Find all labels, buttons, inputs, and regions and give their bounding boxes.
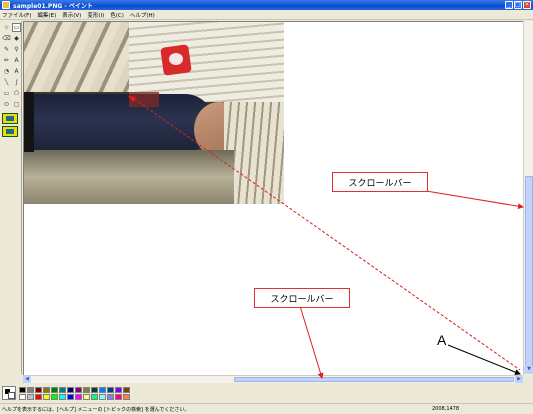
- scrollbar-corner: [523, 375, 533, 383]
- menu-edit[interactable]: 編集(E): [37, 11, 56, 19]
- scroll-right-arrow-icon[interactable]: ▶: [515, 376, 523, 383]
- color-swatch[interactable]: [91, 386, 98, 393]
- menu-file[interactable]: ファイル(F): [2, 11, 31, 19]
- airbrush-icon[interactable]: ◔: [2, 67, 11, 76]
- color-swatch[interactable]: [27, 393, 34, 400]
- color-swatch[interactable]: [99, 393, 106, 400]
- color-swatch[interactable]: [75, 393, 82, 400]
- color-swatch[interactable]: [123, 386, 130, 393]
- pencil-icon[interactable]: ✏: [2, 56, 11, 65]
- color-swatch[interactable]: [43, 393, 50, 400]
- rounded-rect-icon[interactable]: ▢: [12, 100, 21, 109]
- window-title: sample01.PNG - ペイント: [13, 2, 93, 10]
- rectangle-icon[interactable]: ▭: [2, 89, 11, 98]
- polygon-icon[interactable]: ⬠: [12, 89, 21, 98]
- color-swatch[interactable]: [59, 393, 66, 400]
- vertical-scrollbar[interactable]: ▼: [523, 21, 533, 375]
- horizontal-scrollbar[interactable]: ◀ ▶: [23, 375, 523, 383]
- status-coordinates: 2008,1478: [432, 406, 460, 412]
- brush-icon[interactable]: A: [12, 56, 21, 65]
- drawing-canvas[interactable]: [23, 21, 523, 375]
- menu-bar: ファイル(F) 編集(E) 表示(V) 変形(I) 色(C) ヘルプ(H): [0, 10, 533, 20]
- color-swatch[interactable]: [91, 393, 98, 400]
- color-swatch[interactable]: [19, 393, 26, 400]
- window-controls: _ □ ×: [505, 1, 531, 9]
- color-swatch[interactable]: [59, 386, 66, 393]
- text-icon[interactable]: A: [12, 67, 21, 76]
- color-picker-icon[interactable]: ✎: [2, 45, 11, 54]
- horizontal-scroll-thumb[interactable]: [234, 377, 514, 382]
- minimize-button[interactable]: _: [505, 1, 513, 9]
- corner-marker-label: A: [437, 332, 447, 348]
- free-select-icon[interactable]: ☆: [2, 23, 11, 32]
- scroll-left-arrow-icon[interactable]: ◀: [23, 376, 31, 383]
- color-swatch[interactable]: [27, 386, 34, 393]
- color-swatches: [19, 386, 130, 400]
- curve-icon[interactable]: ∫: [12, 78, 21, 87]
- rect-select-icon[interactable]: ▭: [12, 23, 21, 32]
- color-swatch[interactable]: [35, 393, 42, 400]
- color-swatch[interactable]: [123, 393, 130, 400]
- color-swatch[interactable]: [107, 386, 114, 393]
- color-palette: [0, 384, 533, 402]
- current-colors[interactable]: [2, 386, 16, 400]
- color-swatch[interactable]: [43, 386, 50, 393]
- color-swatch[interactable]: [51, 386, 58, 393]
- line-icon[interactable]: ╲: [2, 78, 11, 87]
- scroll-down-arrow-icon[interactable]: ▼: [524, 366, 533, 374]
- color-swatch[interactable]: [99, 386, 106, 393]
- close-button[interactable]: ×: [523, 1, 531, 9]
- toolbox: ☆ ▭ ⌫ ◆ ✎ ⚲ ✏ A ◔ A ╲ ∫ ▭ ⬠ ⬭ ▢: [0, 21, 22, 374]
- status-help-text: ヘルプを表示するには、[ヘルプ] メニューの [トピックの検索] を選んでくださ…: [2, 406, 190, 413]
- menu-view[interactable]: 表示(V): [62, 11, 81, 19]
- color-swatch[interactable]: [35, 386, 42, 393]
- color-swatch[interactable]: [83, 386, 90, 393]
- photo-image: [24, 22, 284, 204]
- scrollbar-callout-vertical: スクロールバー: [332, 172, 428, 192]
- tool-grid: ☆ ▭ ⌫ ◆ ✎ ⚲ ✏ A ◔ A ╲ ∫ ▭ ⬠ ⬭ ▢: [2, 23, 21, 110]
- menu-image[interactable]: 変形(I): [87, 11, 104, 19]
- magnifier-icon[interactable]: ⚲: [12, 45, 21, 54]
- transparent-selection-option[interactable]: [2, 126, 18, 137]
- title-bar: sample01.PNG - ペイント _ □ ×: [0, 0, 533, 10]
- color-swatch[interactable]: [107, 393, 114, 400]
- ellipse-icon[interactable]: ⬭: [2, 100, 11, 109]
- background-color: [8, 392, 15, 399]
- color-swatch[interactable]: [115, 386, 122, 393]
- menu-help[interactable]: ヘルプ(H): [130, 11, 155, 19]
- color-swatch[interactable]: [83, 393, 90, 400]
- paint-app-icon[interactable]: [2, 1, 10, 9]
- color-swatch[interactable]: [67, 393, 74, 400]
- eraser-icon[interactable]: ⌫: [2, 34, 11, 43]
- maximize-button[interactable]: □: [514, 1, 522, 9]
- fill-icon[interactable]: ◆: [12, 34, 21, 43]
- color-swatch[interactable]: [115, 393, 122, 400]
- vertical-scroll-thumb[interactable]: [525, 176, 533, 370]
- color-swatch[interactable]: [67, 386, 74, 393]
- color-swatch[interactable]: [75, 386, 82, 393]
- scrollbar-callout-horizontal: スクロールバー: [254, 288, 350, 308]
- status-bar: ヘルプを表示するには、[ヘルプ] メニューの [トピックの検索] を選んでくださ…: [0, 403, 533, 414]
- menu-colors[interactable]: 色(C): [110, 11, 124, 19]
- color-swatch[interactable]: [19, 386, 26, 393]
- color-swatch[interactable]: [51, 393, 58, 400]
- opaque-selection-option[interactable]: [2, 113, 18, 124]
- tool-options: [2, 113, 19, 137]
